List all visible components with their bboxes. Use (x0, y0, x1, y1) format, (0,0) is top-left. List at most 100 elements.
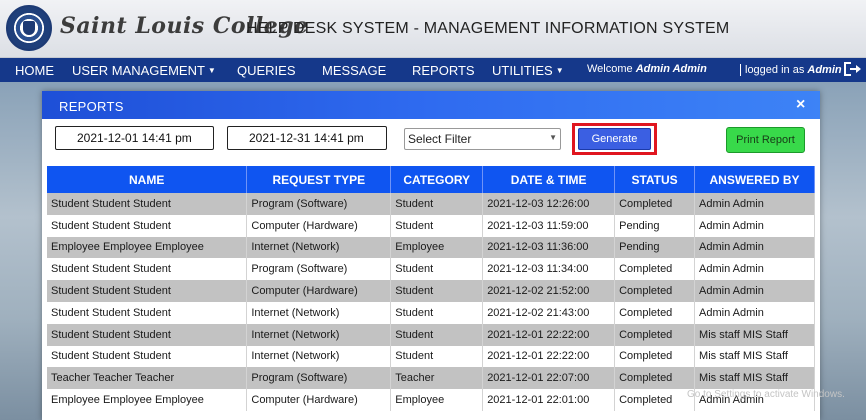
cell-request-type: Internet (Network) (246, 323, 392, 346)
cell-category: Student (390, 193, 484, 215)
generate-highlight: Generate (572, 123, 657, 155)
column-header: DATE & TIME (482, 166, 616, 193)
column-header: STATUS (614, 166, 696, 193)
cell-request-type: Internet (Network) (246, 345, 392, 368)
cell-status: Completed (614, 323, 696, 346)
cell-answered-by: Admin Admin (694, 258, 815, 281)
reports-table: NAME REQUEST TYPE CATEGORY DATE & TIME S… (47, 166, 815, 411)
table-row: Student Student Student Internet (Networ… (47, 323, 815, 346)
date-from-input[interactable]: 2021-12-01 14:41 pm (55, 126, 214, 150)
column-header: CATEGORY (390, 166, 484, 193)
cell-category: Student (390, 214, 484, 237)
cell-request-type: Computer (Hardware) (246, 280, 392, 302)
cell-request-type: Program (Software) (246, 258, 392, 281)
cell-status: Completed (614, 367, 696, 390)
cell-date-time: 2021-12-03 11:34:00 (482, 258, 616, 281)
cell-request-type: Computer (Hardware) (246, 389, 392, 411)
cell-name: Student Student Student (47, 258, 248, 281)
cell-date-time: 2021-12-03 11:59:00 (482, 214, 616, 237)
cell-request-type: Internet (Network) (246, 301, 392, 324)
cell-answered-by: Mis staff MIS Staff (694, 345, 815, 368)
cell-answered-by: Admin Admin (694, 280, 815, 302)
cell-answered-by: Mis staff MIS Staff (694, 367, 815, 390)
logged-in-text: logged in as Admin (740, 64, 842, 76)
cell-status: Completed (614, 193, 696, 215)
cell-date-time: 2021-12-01 22:22:00 (482, 345, 616, 368)
cell-status: Completed (614, 345, 696, 368)
cell-request-type: Program (Software) (246, 193, 392, 215)
nav-queries[interactable]: QUERIES (237, 63, 296, 78)
activate-windows-watermark: Go to Settings to activate Windows. (687, 389, 845, 400)
table-row: Student Student Student Computer (Hardwa… (47, 214, 815, 237)
cell-answered-by: Admin Admin (694, 236, 815, 259)
nav-user-management[interactable]: USER MANAGEMENT ▼ (72, 63, 216, 78)
column-header: REQUEST TYPE (246, 166, 392, 193)
cell-request-type: Computer (Hardware) (246, 214, 392, 237)
college-seal-logo (6, 5, 52, 51)
cell-category: Student (390, 323, 484, 346)
modal-header: REPORTS × (42, 91, 820, 119)
generate-button[interactable]: Generate (578, 128, 651, 150)
cell-status: Completed (614, 258, 696, 281)
cell-name: Employee Employee Employee (47, 389, 248, 411)
column-header: ANSWERED BY (694, 166, 815, 193)
logout-icon[interactable] (842, 60, 862, 78)
cell-category: Teacher (390, 367, 484, 390)
cell-date-time: 2021-12-01 22:01:00 (482, 389, 616, 411)
cell-answered-by: Mis staff MIS Staff (694, 323, 815, 346)
welcome-text: Welcome Admin Admin (587, 63, 707, 75)
cell-answered-by: Admin Admin (694, 301, 815, 324)
chevron-down-icon: ▼ (555, 66, 564, 75)
reports-modal: REPORTS × 2021-12-01 14:41 pm 2021-12-31… (42, 91, 820, 420)
cell-name: Employee Employee Employee (47, 236, 248, 259)
chevron-down-icon: ▼ (549, 133, 557, 142)
nav-reports[interactable]: REPORTS (412, 63, 475, 78)
cell-date-time: 2021-12-03 11:36:00 (482, 236, 616, 259)
cell-date-time: 2021-12-01 22:22:00 (482, 323, 616, 346)
cell-name: Student Student Student (47, 214, 248, 237)
nav-home[interactable]: HOME (15, 63, 54, 78)
cell-category: Employee (390, 236, 484, 259)
cell-status: Completed (614, 280, 696, 302)
cell-request-type: Internet (Network) (246, 236, 392, 259)
cell-status: Pending (614, 236, 696, 259)
cell-name: Student Student Student (47, 280, 248, 302)
cell-request-type: Program (Software) (246, 367, 392, 390)
table-row: Student Student Student Internet (Networ… (47, 345, 815, 368)
column-header: NAME (47, 166, 248, 193)
cell-date-time: 2021-12-02 21:43:00 (482, 301, 616, 324)
cell-category: Student (390, 258, 484, 281)
cell-answered-by: Admin Admin (694, 214, 815, 237)
cell-status: Completed (614, 389, 696, 411)
cell-status: Completed (614, 301, 696, 324)
app-header: Saint Louis College HELP DESK SYSTEM - M… (0, 0, 866, 58)
cell-name: Student Student Student (47, 301, 248, 324)
filter-select[interactable]: Select Filter ▼ (404, 128, 561, 150)
table-row: Student Student Student Program (Softwar… (47, 258, 815, 281)
cell-name: Student Student Student (47, 193, 248, 215)
cell-category: Student (390, 301, 484, 324)
system-title: HELP DESK SYSTEM - MANAGEMENT INFORMATIO… (246, 20, 730, 37)
cell-date-time: 2021-12-02 21:52:00 (482, 280, 616, 302)
cell-name: Student Student Student (47, 323, 248, 346)
nav-message[interactable]: MESSAGE (322, 63, 386, 78)
main-nav: HOME USER MANAGEMENT ▼ QUERIES MESSAGE RE… (0, 58, 866, 82)
table-header-row: NAME REQUEST TYPE CATEGORY DATE & TIME S… (47, 166, 815, 193)
cell-answered-by: Admin Admin (694, 193, 815, 215)
cell-name: Student Student Student (47, 345, 248, 368)
table-row: Student Student Student Computer (Hardwa… (47, 280, 815, 302)
table-row: Student Student Student Program (Softwar… (47, 193, 815, 215)
date-to-input[interactable]: 2021-12-31 14:41 pm (227, 126, 387, 150)
table-row: Employee Employee Employee Internet (Net… (47, 236, 815, 259)
cell-date-time: 2021-12-01 22:07:00 (482, 367, 616, 390)
modal-title: REPORTS (59, 99, 124, 114)
nav-utilities[interactable]: UTILITIES ▼ (492, 63, 564, 78)
cell-date-time: 2021-12-03 12:26:00 (482, 193, 616, 215)
print-report-button[interactable]: Print Report (726, 127, 805, 153)
close-icon[interactable]: × (796, 96, 805, 114)
cell-status: Pending (614, 214, 696, 237)
table-row: Teacher Teacher Teacher Program (Softwar… (47, 367, 815, 390)
cell-category: Employee (390, 389, 484, 411)
cell-category: Student (390, 280, 484, 302)
cell-name: Teacher Teacher Teacher (47, 367, 248, 390)
